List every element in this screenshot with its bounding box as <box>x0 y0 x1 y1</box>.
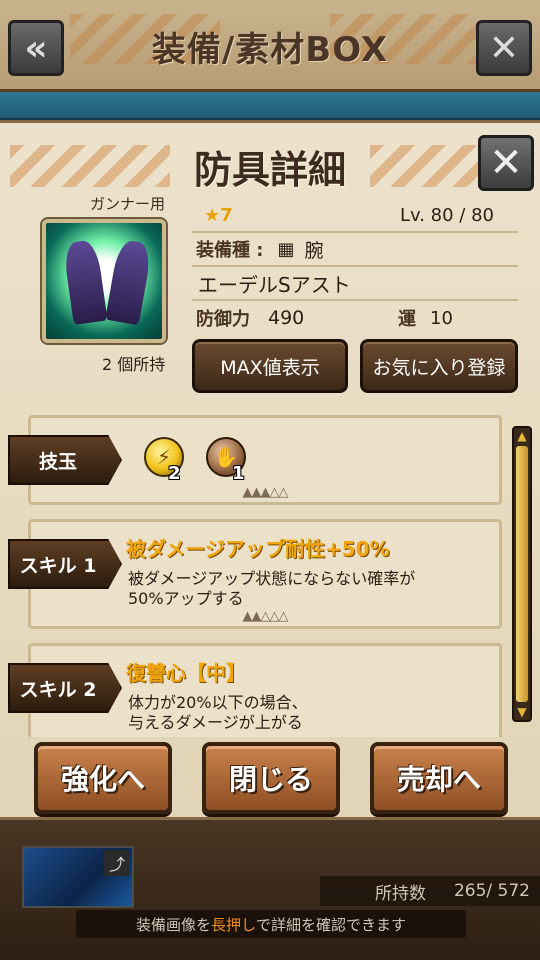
close-icon: ✕ <box>488 27 520 69</box>
owned-value: 265/ 572 <box>453 881 530 901</box>
skill-2-label: スキル 2 <box>19 678 97 701</box>
scroll-up-icon[interactable]: ▲ <box>514 428 530 444</box>
upgrade-button[interactable]: 強化へ <box>34 742 172 814</box>
equip-type-label: 装備種 : <box>196 240 264 261</box>
name-row: エーデルSアスト <box>192 267 518 301</box>
tab-strip <box>0 92 540 120</box>
scroll-thumb[interactable] <box>516 446 528 702</box>
skill-1-desc-line1: 被ダメージアップ状態にならない確率が <box>128 569 416 588</box>
usage-label: ガンナー用 <box>90 195 166 213</box>
skill-2-desc-line1: 体力が20%以下の場合、 <box>128 693 308 712</box>
arrow-left-icon: « <box>24 27 48 69</box>
skill-1-tag: スキル 1 <box>8 539 122 589</box>
defense-row: 防御力 490 運 10 <box>192 301 518 335</box>
skill-orb-tag: 技玉 <box>8 435 122 485</box>
armor-detail-dialog: 防具詳細 ✕ ガンナー用 2 個所持 ★7 Lv. 80 / 80 装備種 : … <box>0 120 540 820</box>
skill-1-label: スキル 1 <box>19 554 97 577</box>
defense-label: 防御力 <box>196 309 250 330</box>
item-name: エーデルSアスト <box>198 272 351 297</box>
rarity-level-row: ★7 Lv. 80 / 80 <box>192 199 518 233</box>
owned-label: 所持数 <box>374 883 426 904</box>
back-button[interactable]: « <box>8 20 64 76</box>
page-indicator: ▲▲△△△ <box>242 609 289 624</box>
gauntlet-icon: ▦ <box>277 238 295 260</box>
skill-2-desc-line2: 与えるダメージが上がる <box>128 713 303 732</box>
hint-suffix: で詳細を確認できます <box>256 915 407 934</box>
stats-box: ★7 Lv. 80 / 80 装備種 : ▦ 腕 エーデルSアスト 防御力 49… <box>192 199 518 335</box>
skill-2-tag: スキル 2 <box>8 663 122 713</box>
claw-orb-count: 1 <box>232 463 245 484</box>
page-indicator: ▲▲▲△△ <box>242 485 289 500</box>
skill-2-title: 復讐心【中】 <box>126 661 246 685</box>
level-value: Lv. 80 / 80 <box>399 204 494 226</box>
luck-value: 10 <box>430 307 453 329</box>
favorite-button[interactable]: お気に入り登録 <box>360 339 518 393</box>
armor-art-left <box>62 239 108 325</box>
owned-count-bar: 所持数 265/ 572 <box>320 876 540 906</box>
hint-highlight: 長押し <box>210 915 256 934</box>
owned-quantity: 2 個所持 <box>102 355 166 374</box>
scrollbar[interactable]: ▲ ▼ <box>512 426 532 722</box>
rarity-stars: ★7 <box>204 204 233 226</box>
sell-button[interactable]: 売却へ <box>370 742 508 814</box>
dialog-title: 防具詳細 <box>193 148 346 192</box>
equip-type-row: 装備種 : ▦ 腕 <box>192 233 518 267</box>
weapon-type-icon: ⤴ <box>104 850 130 876</box>
equip-type-value: 腕 <box>304 239 324 262</box>
skill-1-desc-line2: 50%アップする <box>128 589 244 608</box>
header-close-button[interactable]: ✕ <box>476 20 532 76</box>
defense-value: 490 <box>268 307 305 329</box>
armor-art-right <box>105 238 153 326</box>
top-header: « 装備/素材BOX ✕ <box>0 0 540 92</box>
skill-orb-label: 技玉 <box>38 450 77 473</box>
close-icon: ✕ <box>489 140 523 186</box>
scroll-down-icon[interactable]: ▼ <box>514 704 530 720</box>
dialog-close-button[interactable]: ✕ <box>478 135 534 191</box>
hint-prefix: 装備画像を <box>135 915 211 934</box>
skill-list[interactable]: ▲▲▲△△ 技玉 ⚡ 2 ✋ 1 ▲▲△△△ スキル 1 被ダメージアップ耐性+… <box>0 413 540 737</box>
lightning-orb-count: 2 <box>168 463 181 484</box>
equipment-image[interactable] <box>42 219 166 343</box>
hint-bar: 装備画像を 長押し で詳細を確認できます <box>76 910 466 938</box>
screen-title: 装備/素材BOX <box>151 30 389 70</box>
luck-label: 運 <box>398 309 416 330</box>
equipment-thumbnail[interactable]: ⤴ <box>22 846 134 908</box>
max-value-button[interactable]: MAX値表示 <box>192 339 348 393</box>
close-button[interactable]: 閉じる <box>202 742 340 814</box>
skill-1-title: 被ダメージアップ耐性+50% <box>126 537 390 561</box>
